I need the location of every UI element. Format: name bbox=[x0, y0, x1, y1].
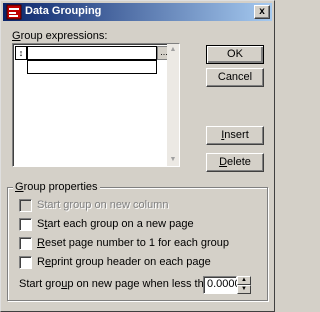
insert-button[interactable]: Insert bbox=[206, 126, 264, 145]
group-expressions-label: Group expressions: bbox=[12, 30, 108, 42]
reprint-header-checkbox[interactable] bbox=[19, 256, 32, 269]
close-button[interactable]: x bbox=[254, 5, 270, 19]
grouping-app-icon bbox=[6, 4, 22, 20]
title-bar: Data Grouping x bbox=[3, 3, 272, 21]
reprint-header-label[interactable]: Reprint group header on each page bbox=[37, 256, 211, 268]
expression-cell[interactable] bbox=[27, 46, 157, 60]
scroll-down-icon[interactable]: ▼ bbox=[167, 154, 179, 166]
start-new-column-label: Start group on new column bbox=[37, 199, 169, 211]
row-selector-icon[interactable]: ↕ bbox=[15, 46, 27, 60]
cancel-button[interactable]: Cancel bbox=[206, 68, 264, 87]
close-icon: x bbox=[259, 6, 265, 17]
group-properties-title: Group properties bbox=[13, 181, 100, 193]
min-space-spinner[interactable]: ▲ ▼ bbox=[237, 276, 251, 294]
spin-down-icon[interactable]: ▼ bbox=[237, 285, 251, 294]
spin-up-icon[interactable]: ▲ bbox=[237, 276, 251, 285]
window-title: Data Grouping bbox=[25, 5, 102, 17]
group-expressions-list[interactable]: ↕ ... ▲ ▼ bbox=[12, 43, 180, 167]
expression-cell-new[interactable] bbox=[27, 60, 157, 74]
reset-page-number-checkbox[interactable] bbox=[19, 237, 32, 250]
reset-page-number-label[interactable]: Reset page number to 1 for each group bbox=[37, 237, 229, 249]
scroll-up-icon[interactable]: ▲ bbox=[167, 44, 179, 56]
start-new-page-label[interactable]: Start each group on a new page bbox=[37, 218, 194, 230]
min-space-spinner-input[interactable]: 0.0000 bbox=[203, 276, 241, 294]
data-grouping-dialog: Data Grouping x Group expressions: ↕ ...… bbox=[0, 0, 275, 312]
delete-button[interactable]: Delete bbox=[206, 153, 264, 172]
vertical-scrollbar[interactable]: ▲ ▼ bbox=[167, 44, 179, 166]
start-when-less-label: Start group on new page when less than bbox=[19, 278, 216, 290]
ok-button[interactable]: OK bbox=[206, 45, 264, 64]
start-new-column-checkbox bbox=[19, 199, 32, 212]
start-new-page-checkbox[interactable] bbox=[19, 218, 32, 231]
